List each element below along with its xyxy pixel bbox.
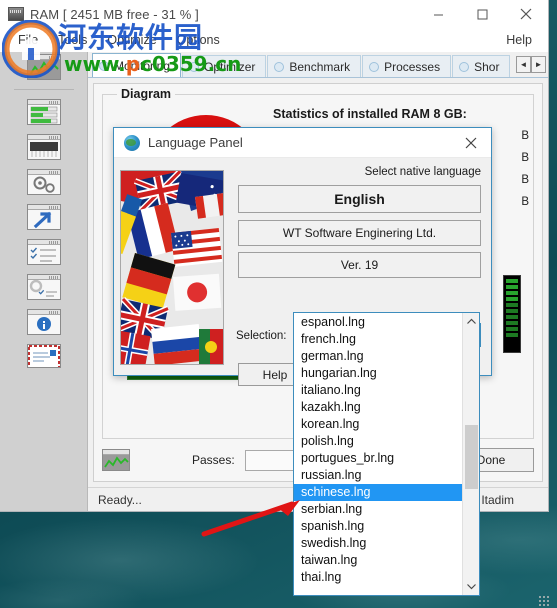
dialog-close-button[interactable] [451,128,491,158]
window-title: RAM [ 2451 MB free - 31 % ] [30,6,199,22]
list-item[interactable]: german.lng [294,348,462,365]
company-field: WT Software Enginering Ltd. [238,220,481,246]
sidebar-item-gear-checklist[interactable] [26,274,61,300]
memory-led-meter [503,275,521,353]
sidebar-item-checklist[interactable] [26,239,61,265]
minimize-button[interactable] [416,0,460,28]
tab-bullet-icon [274,61,285,72]
scroll-down-icon[interactable] [463,579,480,595]
stat-value-row: B [521,196,529,208]
list-item[interactable]: kazakh.lng [294,399,462,416]
list-item[interactable]: taiwan.lng [294,552,462,569]
passes-label: Passes: [192,453,235,467]
sidebar-item-levels[interactable] [26,99,61,125]
dialog-title-bar: Language Panel [114,128,491,158]
sidebar-item-memory-chip[interactable] [26,134,61,160]
list-item[interactable]: espanol.lng [294,314,462,331]
list-item[interactable]: portugues_br.lng [294,450,462,467]
list-item[interactable]: polish.lng [294,433,462,450]
tab-scroll-buttons: ◄ ► [516,56,546,73]
list-item[interactable]: russian.lng [294,467,462,484]
tab-processes[interactable]: Processes [362,55,452,77]
menu-item-help[interactable]: Help [496,31,548,49]
select-native-language-label: Select native language [364,166,481,178]
group-title: Diagram [117,87,176,101]
flags-collage-image [120,170,224,365]
list-item[interactable]: italiano.lng [294,382,462,399]
tab-strip: Monitoring Optimizer Benchmark Processes… [88,52,548,78]
menu-item-file[interactable]: File [8,31,48,49]
stat-value-row: B [521,130,529,142]
sidebar-item-mail[interactable] [26,344,61,368]
stats-values: B B B B [521,125,529,213]
close-button[interactable] [504,0,548,28]
tab-monitoring[interactable]: Monitoring [92,53,182,77]
dropdown-scrollbar[interactable] [462,313,479,595]
title-bar: RAM [ 2451 MB free - 31 % ] [0,0,548,28]
tab-bullet-icon [459,61,470,72]
list-item-selected[interactable]: schinese.lng [294,484,462,501]
tab-label: Monitoring [114,58,171,73]
tab-label: Shor [474,59,500,74]
stats-title: Statistics of installed RAM 8 GB: [273,107,467,121]
list-item[interactable]: thai.lng [294,569,462,586]
menu-item-tools[interactable]: Tools [48,31,97,49]
tab-label: Processes [384,59,441,74]
status-text: Ready... [98,492,142,507]
menu-item-optimize[interactable]: Optimize [97,31,166,49]
list-item[interactable]: hungarian.lng [294,365,462,382]
scroll-up-icon[interactable] [463,313,480,329]
dialog-title: Language Panel [148,135,243,150]
app-icon [8,7,24,21]
tab-scroll-right-button[interactable]: ► [531,56,546,73]
tab-optimizer[interactable]: Optimizer [182,55,267,77]
sidebar-item-shortcut[interactable] [26,204,61,230]
sidebar-item-settings[interactable] [26,169,61,195]
sidebar-divider [13,89,74,90]
version-field: Ver. 19 [238,252,481,278]
dropdown-items: espanol.lng french.lng german.lng hungar… [294,313,462,595]
selection-label: Selection: [236,330,287,342]
language-name-field: English [238,185,481,213]
list-item[interactable]: korean.lng [294,416,462,433]
list-item[interactable]: french.lng [294,331,462,348]
resize-grip-icon [539,596,549,606]
list-item[interactable]: spanish.lng [294,518,462,535]
tab-bullet-icon [99,60,109,71]
window-controls [416,0,548,28]
maximize-button[interactable] [460,0,504,28]
sidebar-item-info[interactable] [26,309,61,335]
menu-bar: File Tools Optimize Options Help [0,28,548,52]
globe-icon [124,134,140,151]
tab-benchmark[interactable]: Benchmark [267,55,362,77]
tab-label: Benchmark [289,59,351,74]
scrollbar-thumb[interactable] [464,425,478,489]
sidebar [0,52,88,511]
list-item[interactable]: swedish.lng [294,535,462,552]
list-item[interactable]: serbian.lng [294,501,462,518]
status-right-text: Itadim [481,492,514,507]
tab-scroll-left-button[interactable]: ◄ [516,56,531,73]
language-dropdown-list: espanol.lng french.lng german.lng hungar… [293,312,480,596]
tab-bullet-icon [189,61,200,72]
menu-item-options[interactable]: Options [167,31,230,49]
stat-value-row: B [521,174,529,186]
tab-shortcuts[interactable]: Shor [452,55,511,77]
tab-label: Optimizer [204,59,256,74]
tab-bullet-icon [369,61,380,72]
sidebar-item-monitoring[interactable] [26,54,61,80]
stat-value-row: B [521,152,529,164]
monitoring-footer-icon[interactable] [102,449,130,471]
